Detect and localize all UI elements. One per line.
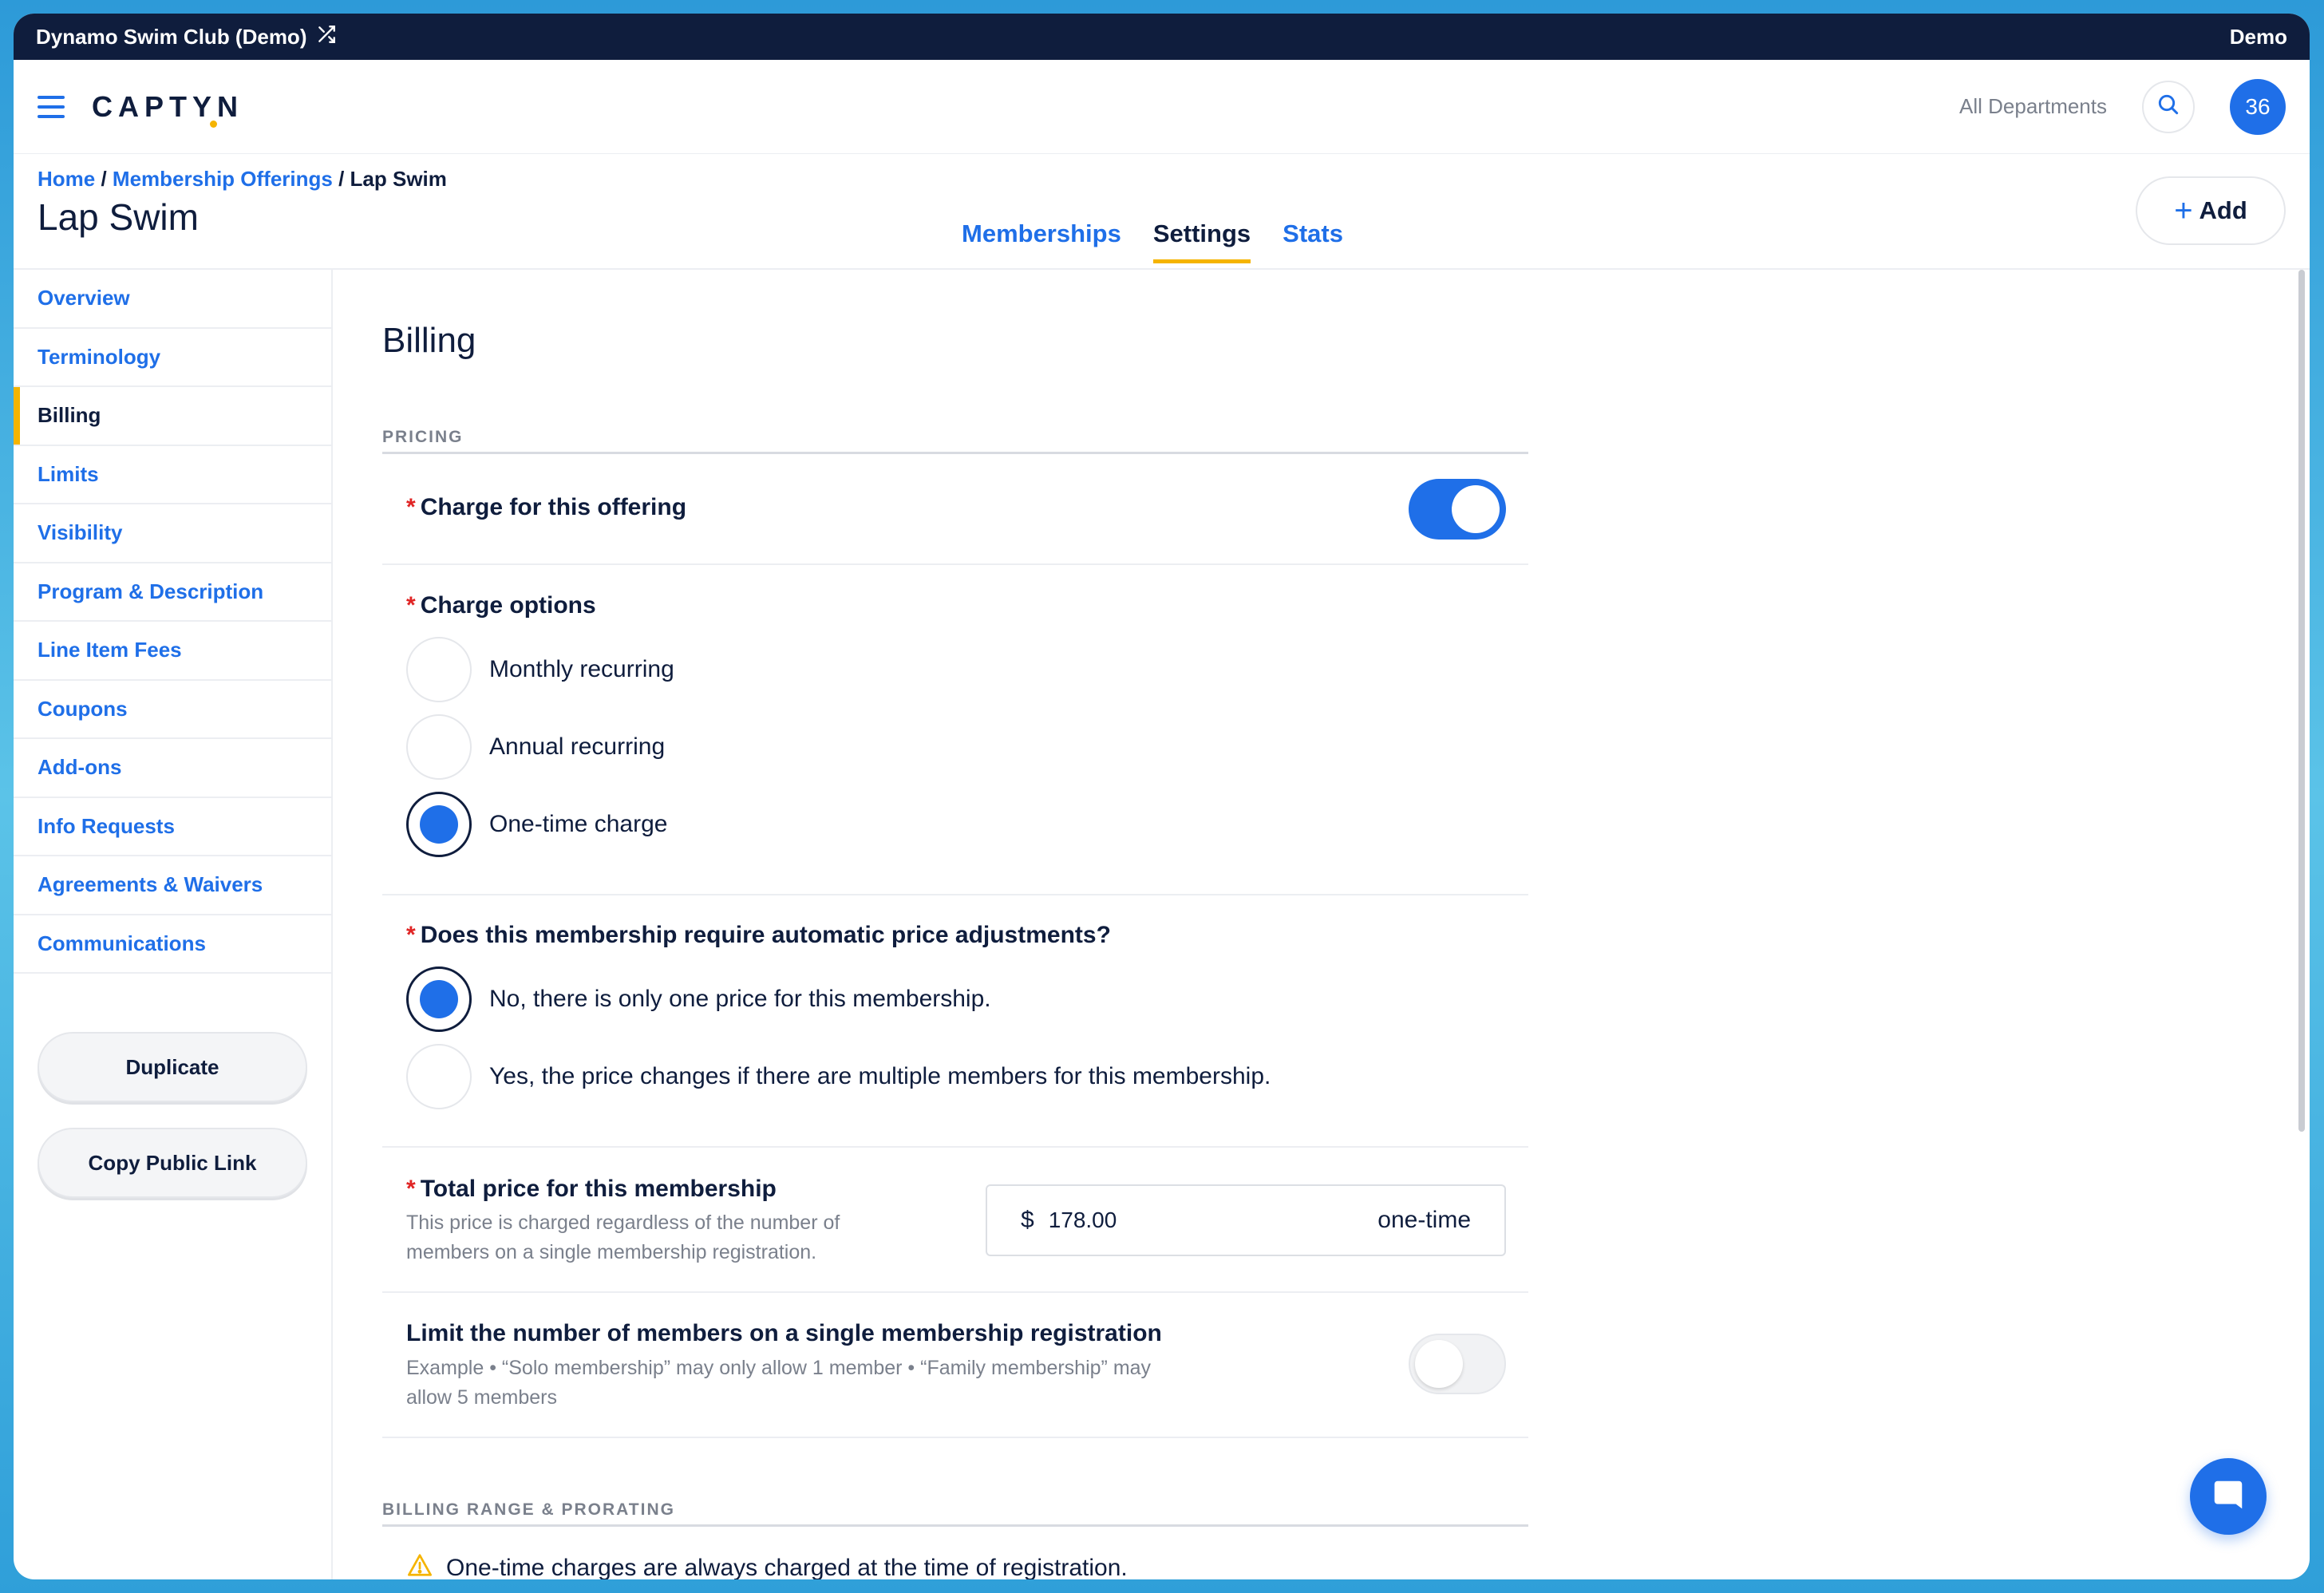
radio-label: Annual recurring [489, 733, 666, 760]
price-adjust-label: * Does this membership require automatic … [406, 922, 1111, 948]
section-title: Billing [382, 321, 476, 360]
sidebar-item-line-item-fees[interactable]: Line Item Fees [14, 622, 331, 681]
radio-label: Monthly recurring [489, 656, 674, 682]
tab-bar: Memberships Settings Stats [962, 219, 1343, 263]
limit-members-help: Example • “Solo membership” may only all… [406, 1357, 1152, 1409]
sidebar-item-visibility[interactable]: Visibility [14, 504, 331, 563]
chat-icon [2210, 1476, 2247, 1517]
radio-button[interactable] [406, 637, 472, 702]
sidebar-item-add-ons[interactable]: Add-ons [14, 739, 331, 798]
charge-options-label: * Charge options [406, 592, 596, 619]
total-price-label: * Total price for this membership [406, 1176, 777, 1202]
tab-settings[interactable]: Settings [1152, 219, 1251, 263]
page-title: Lap Swim [38, 196, 199, 238]
sidebar-item-overview[interactable]: Overview [14, 270, 331, 329]
add-button-label: Add [2199, 196, 2247, 224]
radio-monthly-recurring[interactable]: Monthly recurring [406, 637, 674, 702]
warning-text: One-time charges are always charged at t… [446, 1555, 1128, 1579]
scrollbar[interactable] [2298, 270, 2305, 1132]
divider [382, 1437, 1528, 1438]
page-header: Home / Membership Offerings / Lap Swim L… [14, 154, 2310, 270]
club-name: Dynamo Swim Club (Demo) [36, 24, 307, 49]
divider [382, 1291, 1528, 1293]
tab-stats[interactable]: Stats [1283, 219, 1343, 263]
sidebar-item-info-requests[interactable]: Info Requests [14, 798, 331, 856]
radio-multiple-prices[interactable]: Yes, the price changes if there are mult… [406, 1044, 1271, 1109]
radio-label: One-time charge [489, 811, 668, 837]
club-switcher[interactable]: Dynamo Swim Club (Demo) [36, 24, 337, 50]
captyn-logo[interactable]: CAPTYN [92, 90, 243, 128]
sidebar-item-coupons[interactable]: Coupons [14, 681, 331, 739]
radio-one-time-charge[interactable]: One-time charge [406, 792, 667, 857]
radio-button[interactable] [406, 1044, 472, 1109]
sidebar-item-limits[interactable]: Limits [14, 446, 331, 504]
chat-button[interactable] [2190, 1458, 2267, 1535]
radio-button[interactable] [406, 966, 472, 1032]
sidebar-item-agreements-waivers[interactable]: Agreements & Waivers [14, 856, 331, 915]
add-button[interactable]: + Add [2136, 176, 2286, 245]
sidebar-item-communications[interactable]: Communications [14, 915, 331, 974]
search-icon [2156, 92, 2181, 121]
breadcrumb-current: Lap Swim [350, 167, 447, 191]
app-window: Dynamo Swim Club (Demo) Demo CAPTYN All … [14, 14, 2310, 1579]
breadcrumb: Home / Membership Offerings / Lap Swim [38, 167, 447, 192]
radio-single-price[interactable]: No, there is only one price for this mem… [406, 966, 991, 1032]
price-input[interactable]: $ 178.00 one-time [986, 1184, 1506, 1256]
currency-symbol: $ [1021, 1207, 1034, 1233]
radio-button[interactable] [406, 714, 472, 780]
radio-label: No, there is only one price for this mem… [489, 986, 991, 1012]
one-time-warning: One-time charges are always charged at t… [406, 1553, 1128, 1579]
pricing-heading: PRICING [382, 428, 1528, 454]
demo-label: Demo [2229, 24, 2287, 49]
limit-members-label: Limit the number of members on a single … [406, 1320, 1162, 1346]
radio-label: Yes, the price changes if there are mult… [489, 1063, 1271, 1089]
department-selector[interactable]: All Departments [1959, 94, 2107, 119]
duplicate-button[interactable]: Duplicate [38, 1032, 307, 1102]
price-unit: one-time [1377, 1207, 1471, 1233]
charge-offering-toggle[interactable] [1409, 479, 1506, 540]
total-price-help: This price is charged regardless of the … [406, 1212, 840, 1263]
app-header: CAPTYN All Departments 36 [14, 60, 2310, 154]
charge-offering-label: * Charge for this offering [406, 494, 687, 520]
billing-range-heading: BILLING RANGE & PRORATING [382, 1500, 1528, 1527]
divider [382, 563, 1528, 565]
menu-icon[interactable] [38, 95, 65, 118]
limit-members-toggle[interactable] [1409, 1334, 1506, 1394]
top-bar: Dynamo Swim Club (Demo) Demo [14, 14, 2310, 60]
breadcrumb-separator: / [95, 167, 113, 191]
sidebar-item-terminology[interactable]: Terminology [14, 329, 331, 387]
sidebar-item-program-description[interactable]: Program & Description [14, 563, 331, 622]
search-button[interactable] [2142, 80, 2195, 133]
plus-icon: + [2174, 192, 2193, 228]
shuffle-icon [316, 24, 337, 50]
radio-button[interactable] [406, 792, 472, 857]
tab-memberships[interactable]: Memberships [962, 219, 1121, 263]
user-avatar[interactable]: 36 [2230, 78, 2286, 135]
radio-annual-recurring[interactable]: Annual recurring [406, 714, 665, 780]
settings-sidebar: Overview Terminology Billing Limits Visi… [14, 270, 333, 1579]
breadcrumb-separator: / [332, 167, 350, 191]
divider [382, 894, 1528, 895]
breadcrumb-home[interactable]: Home [38, 167, 95, 191]
breadcrumb-offerings[interactable]: Membership Offerings [113, 167, 333, 191]
warning-icon [406, 1553, 433, 1579]
divider [382, 1146, 1528, 1148]
sidebar-item-billing[interactable]: Billing [14, 387, 331, 446]
copy-public-link-button[interactable]: Copy Public Link [38, 1128, 307, 1198]
price-value[interactable]: 178.00 [1049, 1208, 1378, 1233]
